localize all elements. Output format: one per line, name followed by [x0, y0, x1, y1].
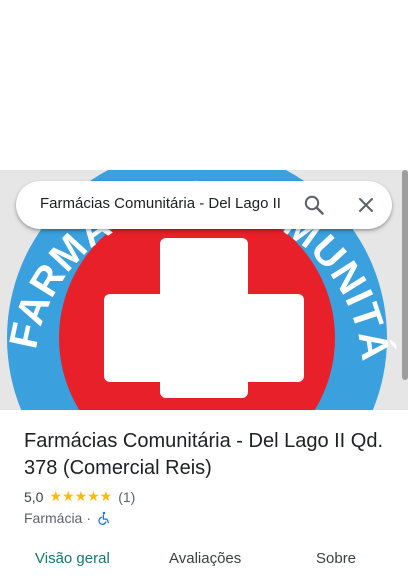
category-label[interactable]: Farmácia: [24, 510, 82, 526]
scrollbar[interactable]: [402, 170, 408, 380]
search-icon[interactable]: [302, 193, 326, 217]
place-info-panel: Farmácias Comunitária - Del Lago II Qd. …: [0, 410, 408, 578]
separator-dot: ·: [86, 510, 92, 526]
tab-bar: Visão geral Avaliações Sobre: [0, 546, 408, 578]
place-title: Farmácias Comunitária - Del Lago II Qd. …: [24, 430, 384, 479]
tab-about[interactable]: Sobre: [316, 550, 356, 567]
wheelchair-accessible-icon: [98, 511, 110, 525]
close-icon[interactable]: [354, 193, 378, 217]
tab-reviews[interactable]: Avaliações: [169, 550, 241, 567]
tab-overview[interactable]: Visão geral: [35, 550, 110, 567]
blank-area: [0, 0, 408, 170]
star-rating-icon: ★★★★★: [49, 488, 113, 504]
search-box[interactable]: Farmácias Comunitária - Del Lago II: [16, 181, 392, 229]
category-row: Farmácia ·: [24, 510, 111, 526]
search-input[interactable]: Farmácias Comunitária - Del Lago II: [40, 195, 290, 212]
rating-row[interactable]: 5,0 ★★★★★ (1): [24, 488, 135, 505]
review-count[interactable]: (1): [118, 489, 135, 505]
rating-value: 5,0: [24, 488, 44, 505]
